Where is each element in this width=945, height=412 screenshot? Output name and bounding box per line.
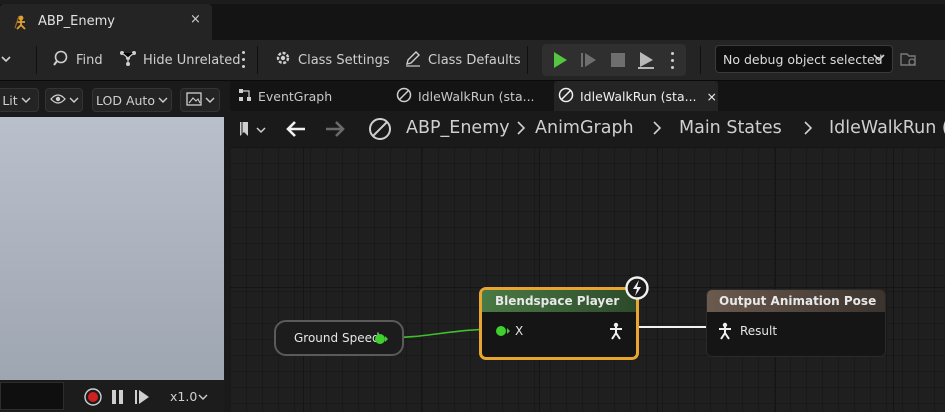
viewport-toolbar: Lit LOD Auto: [0, 81, 226, 117]
input-pin-x[interactable]: [495, 325, 511, 341]
find-icon: [52, 49, 70, 71]
stop-icon[interactable]: [609, 51, 627, 73]
breadcrumb: ABP_Enemy AnimGraph Main States IdleWalk…: [230, 111, 945, 147]
close-icon[interactable]: ×: [707, 89, 717, 104]
state-machine-icon: [396, 87, 412, 106]
chevron-down-icon: [69, 93, 79, 108]
pose-pin-icon[interactable]: [717, 322, 733, 344]
chevron-down-icon: [21, 93, 31, 108]
graph-tab-bar: EventGraph IdleWalkRun (sta... IdleWalkR…: [230, 81, 945, 111]
lit-mode-label: Lit: [2, 92, 18, 108]
image-icon: [185, 91, 202, 109]
eye-icon: [49, 93, 66, 108]
show-flags-button[interactable]: [45, 88, 83, 112]
class-settings-label: Class Settings: [298, 52, 390, 68]
hide-unrelated-button[interactable]: Hide Unrelated: [119, 50, 241, 70]
chevron-down-icon: [872, 51, 886, 68]
find-button[interactable]: Find: [52, 50, 103, 70]
document-tab-label: ABP_Enemy: [38, 14, 115, 29]
lod-label: LOD Auto: [96, 92, 155, 108]
output-pin[interactable]: [374, 333, 388, 349]
toolbar-separator: [527, 46, 528, 74]
eject-icon[interactable]: [636, 50, 656, 74]
pin-result-label: Result: [740, 324, 778, 338]
anim-blueprint-icon: [12, 13, 30, 31]
find-label: Find: [76, 52, 103, 68]
chevron-right-icon: [803, 118, 813, 143]
node-blendspace-title: Blendspace Player: [495, 294, 620, 308]
chevron-down-icon[interactable]: [256, 124, 266, 139]
chevron-down-icon[interactable]: [0, 50, 14, 70]
state-machine-icon: [368, 117, 392, 145]
play-controls: [542, 44, 686, 76]
playback-speed-label[interactable]: x1.0: [170, 389, 197, 404]
breadcrumb-item-anim-graph[interactable]: AnimGraph: [535, 118, 634, 138]
timeline-field[interactable]: [0, 382, 64, 410]
gear-icon: [274, 49, 292, 71]
image-settings-button[interactable]: [180, 88, 220, 112]
close-icon[interactable]: ×: [190, 12, 201, 27]
pencil-icon: [404, 49, 422, 71]
play-icon[interactable]: [551, 51, 569, 73]
document-tab-abp-enemy[interactable]: ABP_Enemy ×: [0, 4, 212, 40]
class-defaults-label: Class Defaults: [428, 52, 521, 68]
tab-idle-walk-run-2-label: IdleWalkRun (sta...: [580, 88, 697, 104]
step-forward-icon[interactable]: [134, 389, 150, 409]
forward-arrow-icon[interactable]: [325, 120, 345, 142]
toolbar-separator: [36, 46, 37, 74]
breadcrumb-item-abp-enemy[interactable]: ABP_Enemy: [406, 118, 510, 138]
tab-idle-walk-run-1-label: IdleWalkRun (sta...: [418, 88, 535, 104]
node-output-title: Output Animation Pose: [719, 294, 877, 308]
chevron-down-icon[interactable]: [198, 391, 208, 406]
back-arrow-icon[interactable]: [286, 120, 306, 142]
tab-idle-walk-run-1[interactable]: IdleWalkRun (sta...: [396, 81, 554, 111]
more-options-icon[interactable]: [242, 51, 246, 69]
toolbar-separator: [700, 46, 701, 74]
hide-unrelated-label: Hide Unrelated: [143, 52, 241, 68]
bookmark-icon[interactable]: [238, 121, 254, 141]
class-defaults-button[interactable]: Class Defaults: [404, 50, 521, 70]
tab-event-graph[interactable]: EventGraph: [234, 81, 396, 111]
chevron-right-icon: [652, 118, 662, 143]
chevron-right-icon: [516, 118, 526, 143]
tab-idle-walk-run-2[interactable]: IdleWalkRun (sta... ×: [554, 81, 718, 111]
node-tree-icon: [119, 49, 137, 71]
record-icon[interactable]: [84, 388, 102, 410]
debug-select-value: No debug object selected: [723, 52, 883, 67]
pin-x-label: X: [515, 324, 524, 338]
state-machine-icon: [558, 87, 574, 106]
graph-icon: [238, 88, 252, 105]
node-blendspace-player[interactable]: Blendspace Player X: [479, 287, 639, 360]
pause-icon[interactable]: [111, 389, 125, 409]
step-forward-icon[interactable]: [580, 51, 598, 73]
tab-event-graph-label: EventGraph: [258, 88, 333, 104]
debug-object-select[interactable]: No debug object selected: [715, 45, 893, 73]
breadcrumb-item-idle-walk-run[interactable]: IdleWalkRun (: [829, 118, 945, 138]
debug-filter-icon[interactable]: [900, 51, 918, 73]
lod-button[interactable]: LOD Auto: [92, 88, 172, 112]
breadcrumb-item-main-states[interactable]: Main States: [679, 118, 782, 138]
fast-path-icon: [624, 275, 650, 305]
node-output-animation-pose[interactable]: Output Animation Pose Result: [706, 289, 886, 357]
blueprint-toolbar: Find Hide Unrelated Class Settings Class…: [0, 40, 945, 81]
pose-pin-icon[interactable]: [608, 322, 624, 344]
class-settings-button[interactable]: Class Settings: [274, 50, 390, 70]
lit-mode-button[interactable]: Lit: [0, 88, 39, 112]
toolbar-separator: [257, 46, 258, 74]
graph-wires: [381, 326, 716, 339]
chevron-down-icon: [158, 93, 168, 108]
preview-viewport[interactable]: [0, 117, 224, 380]
node-ground-speed-label: Ground Speed: [294, 331, 380, 345]
more-options-icon[interactable]: [671, 52, 675, 70]
node-ground-speed[interactable]: Ground Speed: [274, 320, 404, 356]
viewport-playback-bar: x1.0: [0, 380, 224, 412]
chevron-down-icon: [205, 93, 215, 108]
